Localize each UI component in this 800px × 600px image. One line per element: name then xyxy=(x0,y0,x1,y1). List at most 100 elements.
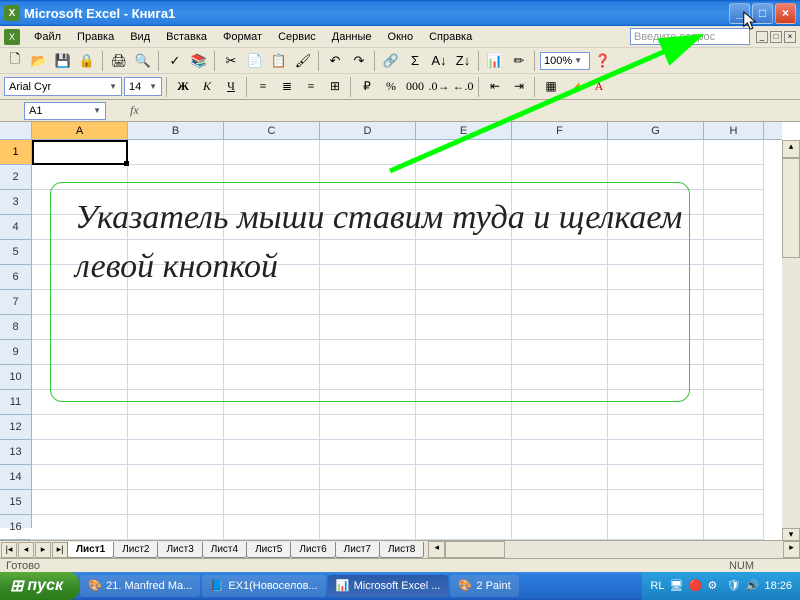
cell[interactable] xyxy=(704,165,764,190)
fill-color-button[interactable]: ◢ xyxy=(564,76,586,98)
cell[interactable] xyxy=(704,265,764,290)
merge-center-button[interactable]: ⊞ xyxy=(324,76,346,98)
align-right-button[interactable]: ≡ xyxy=(300,76,322,98)
cell[interactable] xyxy=(224,415,320,440)
window-close-button[interactable]: × xyxy=(775,3,796,24)
sheet-tab-7[interactable]: Лист7 xyxy=(335,542,380,558)
col-header-e[interactable]: E xyxy=(416,122,512,139)
menu-window[interactable]: Окно xyxy=(380,29,422,45)
autosum-button[interactable]: Σ xyxy=(404,50,426,72)
font-size-combobox[interactable]: 14▼ xyxy=(124,77,162,96)
decrease-decimal-button[interactable]: ←.0 xyxy=(452,76,474,98)
help-button[interactable]: ❓ xyxy=(592,50,614,72)
menu-view[interactable]: Вид xyxy=(122,29,158,45)
print-preview-button[interactable]: 🔍 xyxy=(132,50,154,72)
cell[interactable] xyxy=(704,490,764,515)
cell[interactable] xyxy=(704,465,764,490)
row-header-16[interactable]: 16 xyxy=(0,515,31,540)
cell[interactable] xyxy=(128,440,224,465)
cell[interactable] xyxy=(608,515,704,540)
cell[interactable] xyxy=(32,465,128,490)
cell[interactable] xyxy=(416,465,512,490)
cell[interactable] xyxy=(224,465,320,490)
row-header-10[interactable]: 10 xyxy=(0,365,31,390)
menu-edit[interactable]: Правка xyxy=(69,29,122,45)
cell[interactable] xyxy=(416,415,512,440)
spellcheck-button[interactable]: ✓ xyxy=(164,50,186,72)
cell[interactable] xyxy=(704,365,764,390)
cell[interactable] xyxy=(704,215,764,240)
taskbar-item-2[interactable]: 📘EX1(Новоселов... xyxy=(202,575,325,597)
scroll-up-button[interactable]: ▴ xyxy=(782,140,800,158)
row-header-4[interactable]: 4 xyxy=(0,215,31,240)
cell[interactable] xyxy=(128,465,224,490)
tray-icon-1[interactable]: 🖥 xyxy=(669,579,683,593)
start-button[interactable]: ⊞пуск xyxy=(0,572,79,600)
row-header-3[interactable]: 3 xyxy=(0,190,31,215)
tray-icon-5[interactable]: 🔊 xyxy=(745,579,759,593)
mdi-restore-button[interactable]: □ xyxy=(770,31,782,43)
cell[interactable] xyxy=(704,515,764,540)
permission-button[interactable]: 🔒 xyxy=(76,50,98,72)
cell[interactable] xyxy=(512,415,608,440)
zoom-combobox[interactable]: 100%▼ xyxy=(540,52,590,70)
comma-button[interactable]: 000 xyxy=(404,76,426,98)
sheet-tab-3[interactable]: Лист3 xyxy=(157,542,202,558)
save-button[interactable]: 💾 xyxy=(52,50,74,72)
underline-button[interactable]: Ч xyxy=(220,76,242,98)
decrease-indent-button[interactable]: ⇤ xyxy=(484,76,506,98)
col-header-h[interactable]: H xyxy=(704,122,764,139)
fx-label[interactable]: fx xyxy=(130,103,139,118)
col-header-f[interactable]: F xyxy=(512,122,608,139)
increase-indent-button[interactable]: ⇥ xyxy=(508,76,530,98)
cell[interactable] xyxy=(32,490,128,515)
vertical-scrollbar[interactable]: ▴ ▾ xyxy=(782,140,800,546)
row-header-13[interactable]: 13 xyxy=(0,440,31,465)
col-header-b[interactable]: B xyxy=(128,122,224,139)
menu-file[interactable]: Файл xyxy=(26,29,69,45)
font-name-combobox[interactable]: Arial Cyr▼ xyxy=(4,77,122,96)
scroll-right-button[interactable]: ▸ xyxy=(783,541,800,558)
row-header-1[interactable]: 1 xyxy=(0,140,31,165)
research-button[interactable]: 📚 xyxy=(188,50,210,72)
cell[interactable] xyxy=(32,515,128,540)
row-header-2[interactable]: 2 xyxy=(0,165,31,190)
redo-button[interactable]: ↷ xyxy=(348,50,370,72)
cell[interactable] xyxy=(608,415,704,440)
cell[interactable] xyxy=(224,490,320,515)
sheet-tab-4[interactable]: Лист4 xyxy=(202,542,247,558)
cell[interactable] xyxy=(704,190,764,215)
row-header-9[interactable]: 9 xyxy=(0,340,31,365)
cut-button[interactable]: ✂ xyxy=(220,50,242,72)
menu-tools[interactable]: Сервис xyxy=(270,29,324,45)
cell[interactable] xyxy=(704,440,764,465)
tray-icon-2[interactable]: 🔴 xyxy=(688,579,702,593)
align-left-button[interactable]: ≡ xyxy=(252,76,274,98)
cell[interactable] xyxy=(224,140,320,165)
chart-wizard-button[interactable]: 📊 xyxy=(484,50,506,72)
cell[interactable] xyxy=(416,515,512,540)
bold-button[interactable]: Ж xyxy=(172,76,194,98)
cell[interactable] xyxy=(416,140,512,165)
mdi-minimize-button[interactable]: _ xyxy=(756,31,768,43)
cell[interactable] xyxy=(128,415,224,440)
cell[interactable] xyxy=(320,140,416,165)
font-color-button[interactable]: A xyxy=(588,76,610,98)
menu-format[interactable]: Формат xyxy=(215,29,270,45)
italic-button[interactable]: К xyxy=(196,76,218,98)
print-button[interactable]: 🖨 xyxy=(108,50,130,72)
row-header-14[interactable]: 14 xyxy=(0,465,31,490)
sheet-tab-1[interactable]: Лист1 xyxy=(67,542,114,558)
scroll-left-button[interactable]: ◂ xyxy=(428,541,445,558)
language-indicator[interactable]: RL xyxy=(650,580,664,592)
cell[interactable] xyxy=(608,140,704,165)
cell[interactable] xyxy=(128,140,224,165)
col-header-a[interactable]: A xyxy=(32,122,128,139)
currency-button[interactable]: ₽ xyxy=(356,76,378,98)
cell[interactable] xyxy=(224,515,320,540)
cell[interactable] xyxy=(512,490,608,515)
mdi-close-button[interactable]: × xyxy=(784,31,796,43)
name-box[interactable]: A1▼ xyxy=(24,102,106,120)
cell[interactable] xyxy=(320,465,416,490)
row-header-6[interactable]: 6 xyxy=(0,265,31,290)
